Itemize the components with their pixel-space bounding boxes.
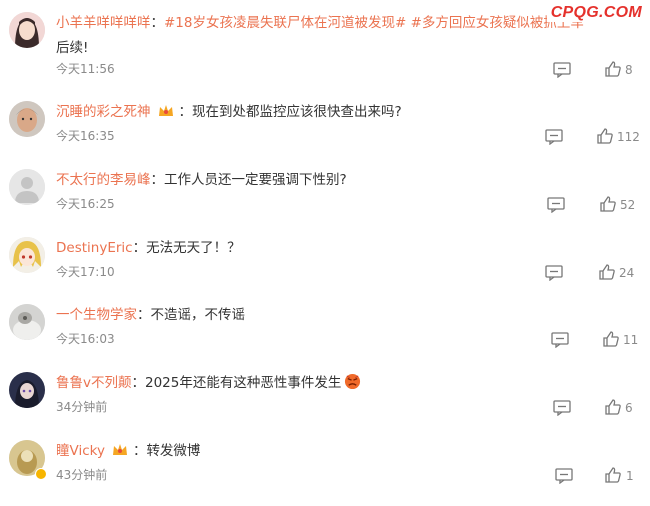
- like-count: 6: [625, 401, 633, 415]
- separator: ：: [178, 104, 193, 120]
- comment-text: 无法无天了！？: [146, 240, 241, 256]
- comment-text: 不造谣，不传谣: [150, 307, 246, 323]
- like-count: 1: [626, 469, 634, 483]
- like-count: 11: [623, 333, 639, 347]
- comment-time: 今天16:03: [56, 332, 115, 346]
- like-count: 8: [625, 63, 633, 77]
- vip-crown-icon: [158, 105, 173, 116]
- comment-topic-text[interactable]: #18岁女孩凌晨失联尸体在河道被发现# #多方回应女孩疑似被抓上车: [164, 15, 584, 31]
- comment-username[interactable]: 小羊羊咩咩咩咩: [56, 15, 151, 31]
- comment-line: 一个生物学家：不造谣，不传谣: [56, 305, 630, 325]
- like-icon[interactable]: [604, 398, 622, 416]
- reply-icon[interactable]: [553, 62, 571, 78]
- vip-crown-icon: [112, 444, 127, 455]
- comment-item: 不太行的李易峰：工作人员还一定要强调下性别? 今天16:25 52: [0, 169, 650, 235]
- like-icon[interactable]: [604, 60, 622, 78]
- comment-time: 今天16:35: [56, 129, 115, 143]
- comment-item: DestinyEric：无法无天了！？ 今天17:10 24: [0, 237, 650, 303]
- site-watermark: CPQG.COM: [546, 4, 642, 22]
- comment-line: 沉睡的彩之死神 ：现在到处都监控应该很快查出来吗?: [56, 102, 630, 122]
- comment-username[interactable]: 一个生物学家: [56, 307, 137, 323]
- separator: ：: [150, 15, 165, 31]
- avatar-anime-icon[interactable]: [9, 237, 45, 273]
- avatar-photo-icon[interactable]: [9, 304, 45, 340]
- reply-icon[interactable]: [547, 197, 565, 213]
- like-icon[interactable]: [599, 195, 617, 213]
- avatar-dark-icon[interactable]: [9, 372, 45, 408]
- comment-line: 瞳Vicky ：转发微博: [56, 441, 630, 461]
- like-icon[interactable]: [598, 263, 616, 281]
- comment-time: 今天17:10: [56, 265, 115, 279]
- comment-text-continued: 后续!: [56, 40, 89, 56]
- reply-icon[interactable]: [553, 400, 571, 416]
- separator: ：: [132, 443, 147, 459]
- like-icon[interactable]: [604, 466, 622, 484]
- comment-item: 瞳Vicky ：转发微博 43分钟前 1: [0, 440, 650, 506]
- comment-time: 今天16:25: [56, 197, 115, 211]
- comment-item: 一个生物学家：不造谣，不传谣 今天16:03 11: [0, 304, 650, 370]
- comment-item: 沉睡的彩之死神 ：现在到处都监控应该很快查出来吗? 今天16:35 112: [0, 101, 650, 167]
- avatar-man-icon[interactable]: [9, 101, 45, 137]
- like-count: 112: [617, 130, 640, 144]
- reply-icon[interactable]: [551, 332, 569, 348]
- comment-username[interactable]: 瞳Vicky: [56, 443, 105, 459]
- comment-text: 现在到处都监控应该很快查出来吗?: [192, 104, 402, 120]
- like-icon[interactable]: [596, 127, 614, 145]
- like-count: 24: [619, 266, 635, 280]
- separator: ：: [150, 172, 165, 188]
- separator: ：: [137, 307, 151, 323]
- separator: ：: [132, 240, 147, 256]
- avatar-girl-icon[interactable]: [9, 12, 45, 48]
- comment-text: 转发微博: [146, 443, 201, 459]
- comment-item: 鲁鲁v不列颠：2025年还能有这种恶性事件发生 34分钟前 6: [0, 372, 650, 438]
- comment-username[interactable]: DestinyEric: [56, 240, 133, 256]
- comment-time: 43分钟前: [56, 468, 108, 482]
- like-icon[interactable]: [602, 330, 620, 348]
- comment-line: 不太行的李易峰：工作人员还一定要强调下性别?: [56, 170, 630, 190]
- comment-time: 今天11:56: [56, 62, 115, 76]
- comment-username[interactable]: 鲁鲁v不列颠: [56, 375, 132, 391]
- comment-text: 工作人员还一定要强调下性别?: [164, 172, 347, 188]
- comment-line: DestinyEric：无法无天了！？: [56, 238, 630, 258]
- avatar-default-icon[interactable]: [9, 169, 45, 205]
- comment-username[interactable]: 不太行的李易峰: [56, 172, 151, 188]
- comment-time: 34分钟前: [56, 400, 108, 414]
- comment-username[interactable]: 沉睡的彩之死神: [56, 104, 151, 120]
- comment-text: 2025年还能有这种恶性事件发生: [145, 375, 342, 391]
- comment-line: 鲁鲁v不列颠：2025年还能有这种恶性事件发生: [56, 373, 630, 393]
- comment-line: 小羊羊咩咩咩咩：#18岁女孩凌晨失联尸体在河道被发现# #多方回应女孩疑似被抓上…: [56, 13, 630, 33]
- like-count: 52: [620, 198, 636, 212]
- reply-icon[interactable]: [545, 129, 563, 145]
- angry-emoji-icon: [345, 373, 361, 390]
- reply-icon[interactable]: [555, 468, 573, 484]
- verified-badge-icon: [35, 468, 47, 480]
- separator: ：: [131, 375, 146, 391]
- reply-icon[interactable]: [545, 265, 563, 281]
